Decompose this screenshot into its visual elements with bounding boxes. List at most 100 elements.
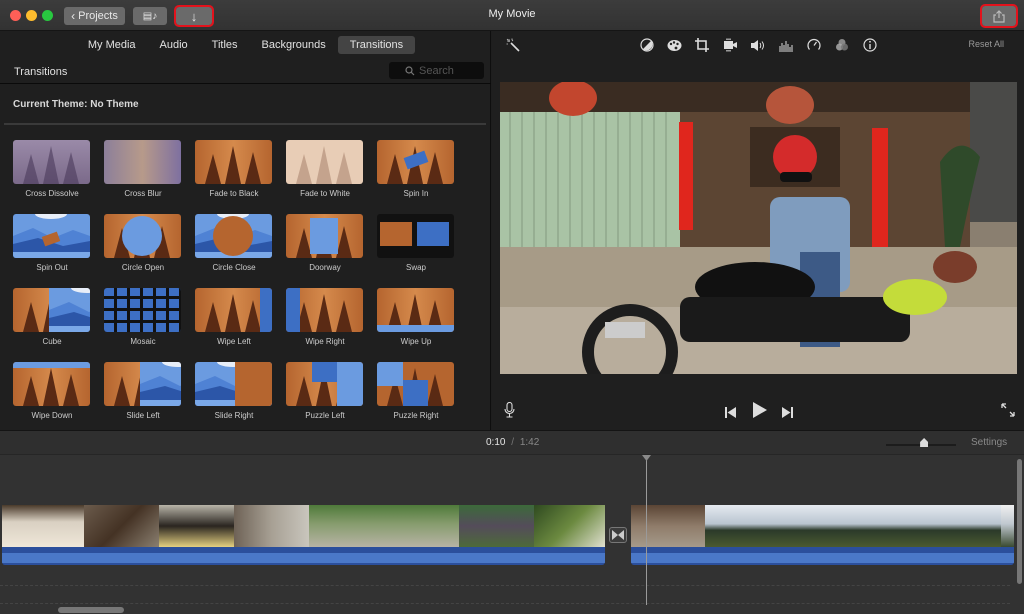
microphone-icon[interactable] <box>504 401 515 423</box>
search-icon <box>405 66 415 76</box>
transition-label: Circle Close <box>212 263 256 272</box>
transition-thumbnail <box>377 214 454 258</box>
transition-label: Spin In <box>403 189 429 198</box>
tab-my-media[interactable]: My Media <box>76 36 148 54</box>
transition-thumbnail <box>104 288 181 332</box>
speed-icon[interactable] <box>805 36 823 54</box>
stabilization-icon[interactable] <box>721 36 739 54</box>
transition-item-cube[interactable]: Cube <box>13 288 91 346</box>
share-icon <box>993 9 1005 23</box>
transition-thumbnail <box>13 362 90 406</box>
skip-back-icon[interactable] <box>725 405 736 423</box>
transition-item-cross-blur[interactable]: Cross Blur <box>104 140 182 198</box>
video-preview[interactable] <box>500 82 1017 374</box>
transition-thumbnail <box>104 214 181 258</box>
info-icon[interactable] <box>861 36 879 54</box>
transition-item-doorway[interactable]: Doorway <box>286 214 364 272</box>
transition-item-slide-right[interactable]: Slide Right <box>195 362 273 420</box>
audio-waveform-1[interactable] <box>2 547 605 565</box>
tab-titles[interactable]: Titles <box>200 36 250 54</box>
current-theme-label: Current Theme: No Theme <box>13 99 139 110</box>
transition-label: Cross Blur <box>124 189 162 198</box>
clip-frame <box>853 505 927 547</box>
transition-item-wipe-up[interactable]: Wipe Up <box>377 288 455 346</box>
total-time: 1:42 <box>519 437 540 448</box>
transition-item-swap[interactable]: Swap <box>377 214 455 272</box>
track-divider <box>0 603 1010 604</box>
timecode: 0:10 / 1:42 <box>486 437 540 448</box>
transition-thumbnail <box>13 140 90 184</box>
clip-filter-icon[interactable] <box>833 36 851 54</box>
transition-item-fade-to-black[interactable]: Fade to Black <box>195 140 273 198</box>
transition-label: Cube <box>42 337 62 346</box>
audio-waveform-2[interactable] <box>631 547 1014 565</box>
video-clip-1[interactable] <box>2 505 605 547</box>
browser-header: Transitions Search <box>0 59 491 84</box>
timeline-settings-button[interactable]: Settings <box>971 437 1007 448</box>
search-input[interactable]: Search <box>389 62 484 79</box>
share-button[interactable] <box>980 4 1018 28</box>
clip-frame <box>234 505 309 547</box>
transition-thumbnail <box>377 362 454 406</box>
transition-label: Doorway <box>309 263 341 272</box>
transition-item-wipe-down[interactable]: Wipe Down <box>13 362 91 420</box>
viewer-panel: Reset All <box>492 31 1024 430</box>
transition-label: Wipe Up <box>400 337 432 346</box>
timeline-zoom-slider[interactable] <box>886 436 956 450</box>
transition-thumbnail <box>195 140 272 184</box>
transition-item-cross-dissolve[interactable]: Cross Dissolve <box>13 140 91 198</box>
transition-bowtie-icon <box>612 530 624 540</box>
timeline-header: 0:10 / 1:42 Settings <box>0 430 1024 454</box>
tab-audio[interactable]: Audio <box>148 36 200 54</box>
playhead[interactable] <box>642 455 651 605</box>
transition-label: Slide Left <box>126 411 160 420</box>
transition-item-circle-close[interactable]: Circle Close <box>195 214 273 272</box>
tab-backgrounds[interactable]: Backgrounds <box>250 36 338 54</box>
clip-frame <box>705 505 779 547</box>
transition-item-puzzle-left[interactable]: Puzzle Left <box>286 362 364 420</box>
vertical-scrollbar[interactable] <box>1017 459 1022 584</box>
clip-frame <box>159 505 234 547</box>
play-button[interactable] <box>753 402 767 423</box>
transition-item-mosaic[interactable]: Mosaic <box>104 288 182 346</box>
magic-wand-icon[interactable] <box>504 36 522 54</box>
transition-item-spin-in[interactable]: Spin In <box>377 140 455 198</box>
clip-frame <box>309 505 459 547</box>
transition-item-spin-out[interactable]: Spin Out <box>13 214 91 272</box>
video-clip-2[interactable] <box>631 505 1014 547</box>
transition-item-circle-open[interactable]: Circle Open <box>104 214 182 272</box>
skip-forward-icon[interactable] <box>782 405 793 423</box>
transition-item-wipe-right[interactable]: Wipe Right <box>286 288 364 346</box>
zoom-slider-thumb[interactable] <box>920 438 929 447</box>
transition-thumbnail <box>13 288 90 332</box>
transition-item-wipe-left[interactable]: Wipe Left <box>195 288 273 346</box>
reset-all-button[interactable]: Reset All <box>968 39 1004 49</box>
horizontal-scrollbar[interactable] <box>58 607 124 613</box>
tab-transitions[interactable]: Transitions <box>337 36 416 54</box>
volume-icon[interactable] <box>749 36 767 54</box>
transition-label: Circle Open <box>121 263 165 272</box>
transition-label: Wipe Right <box>305 337 345 346</box>
color-correction-icon[interactable] <box>665 36 683 54</box>
transition-item-fade-to-white[interactable]: Fade to White <box>286 140 364 198</box>
transition-label: Swap <box>405 263 426 272</box>
transition-item-slide-left[interactable]: Slide Left <box>104 362 182 420</box>
transition-label: Wipe Down <box>31 411 73 420</box>
transition-label: Spin Out <box>36 263 68 272</box>
transition-item-puzzle-right[interactable]: Puzzle Right <box>377 362 455 420</box>
transition-thumbnail <box>377 140 454 184</box>
transition-marker[interactable] <box>609 527 627 543</box>
color-balance-icon[interactable] <box>638 36 656 54</box>
current-time: 0:10 <box>486 437 506 448</box>
video-frame-image <box>500 82 1017 374</box>
crop-icon[interactable] <box>693 36 711 54</box>
media-browser: My Media Audio Titles Backgrounds Transi… <box>0 31 491 430</box>
transition-thumbnail <box>104 140 181 184</box>
fullscreen-icon[interactable] <box>1001 403 1015 422</box>
equalizer-icon[interactable] <box>777 36 795 54</box>
browser-title: Transitions <box>14 66 68 78</box>
clip-frame <box>84 505 159 547</box>
timeline[interactable] <box>0 454 1024 614</box>
transition-label: Mosaic <box>130 337 156 346</box>
play-icon <box>753 402 767 418</box>
